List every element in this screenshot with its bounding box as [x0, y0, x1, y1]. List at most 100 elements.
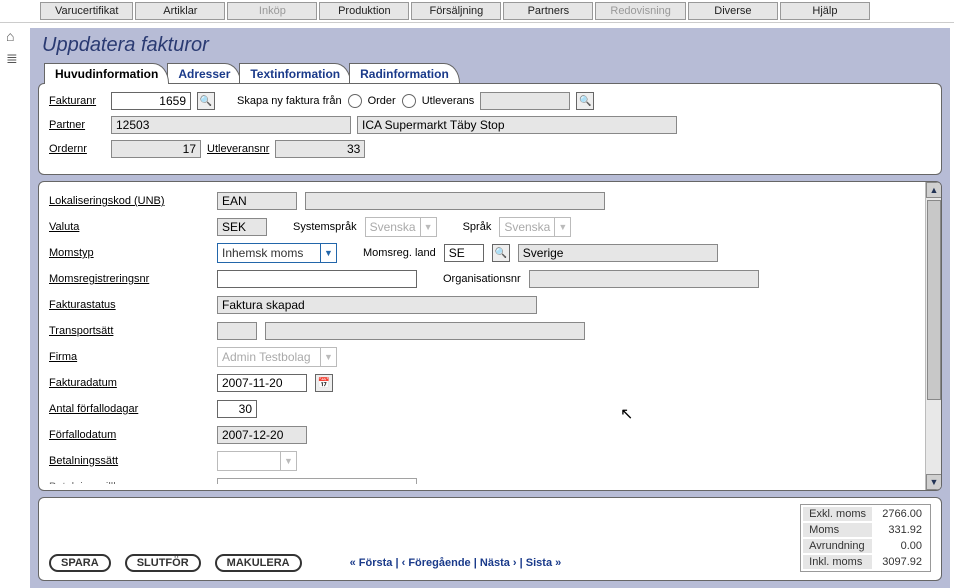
sprak-label: Språk	[463, 221, 492, 233]
utleverans-input[interactable]	[480, 92, 570, 110]
systemsprak-select: Svenska ▼	[365, 217, 437, 237]
valuta-label: Valuta	[49, 221, 209, 233]
firma-value: Admin Testbolag	[222, 350, 311, 364]
moms-label: Moms	[803, 523, 872, 537]
tab-huvudinformation[interactable]: Huvudinformation	[44, 63, 169, 84]
nav-last[interactable]: Sista »	[526, 557, 561, 569]
transport-label: Transportsätt	[49, 325, 209, 337]
fakturastatus-input	[217, 296, 537, 314]
firma-label: Firma	[49, 351, 209, 363]
finish-button[interactable]: SLUTFÖR	[125, 554, 201, 572]
exkl-label: Exkl. moms	[803, 507, 872, 521]
tab-radinformation[interactable]: Radinformation	[349, 63, 460, 84]
lokalisering-input[interactable]	[217, 192, 297, 210]
save-button[interactable]: SPARA	[49, 554, 111, 572]
scroll-down-icon[interactable]: ▼	[926, 474, 942, 490]
chevron-down-icon[interactable]: ▼	[320, 244, 336, 262]
partner-name-input	[357, 116, 677, 134]
forfallodatum-label: Förfallodatum	[49, 429, 209, 441]
fakturanr-input[interactable]	[111, 92, 191, 110]
systemsprak-value: Svenska	[370, 220, 416, 234]
betalningsvillkor-input[interactable]	[217, 478, 417, 484]
top-tab-produktion[interactable]: Produktion	[319, 2, 409, 20]
valuta-input[interactable]	[217, 218, 267, 236]
utleverans-label: Utleverans	[422, 95, 475, 107]
inkl-value: 3097.92	[874, 555, 928, 569]
avrund-label: Avrundning	[803, 539, 872, 553]
chevron-down-icon[interactable]: ▼	[280, 452, 296, 470]
ordernr-label: Ordernr	[49, 143, 105, 155]
partner-label: Partner	[49, 119, 105, 131]
momsreg-search-icon[interactable]: 🔍	[492, 244, 510, 262]
fakturanr-label: Fakturanr	[49, 95, 105, 107]
forfallodatum-input	[217, 426, 307, 444]
transport-code-input[interactable]	[217, 322, 257, 340]
momsreg-land-label: Momsreg. land	[363, 247, 436, 259]
momsregnr-input[interactable]	[217, 270, 417, 288]
radio-order[interactable]	[348, 94, 362, 108]
fakturanr-search-icon[interactable]: 🔍	[197, 92, 215, 110]
betalningssatt-select[interactable]: ▼	[217, 451, 297, 471]
utleverans-search-icon[interactable]: 🔍	[576, 92, 594, 110]
fakturastatus-label: Fakturastatus	[49, 299, 209, 311]
list-icon[interactable]: ≣	[6, 50, 18, 67]
systemsprak-label: Systemspråk	[293, 221, 357, 233]
avrund-value: 0.00	[874, 539, 928, 553]
betalningssatt-label: Betalningssätt	[49, 455, 209, 467]
forfallodagar-input[interactable]	[217, 400, 257, 418]
firma-select: Admin Testbolag ▼	[217, 347, 337, 367]
momsreg-land-input[interactable]	[444, 244, 484, 262]
utleveransnr-label: Utleveransnr	[207, 143, 269, 155]
chevron-down-icon: ▼	[420, 218, 436, 236]
sprak-select: Svenska ▼	[499, 217, 571, 237]
radio-utleverans[interactable]	[402, 94, 416, 108]
transport-name-input	[265, 322, 585, 340]
page-title: Uppdatera fakturor	[42, 34, 942, 57]
nav-first[interactable]: « Första	[350, 557, 393, 569]
order-label: Order	[368, 95, 396, 107]
nav-sep: |	[517, 557, 526, 569]
nav-prev[interactable]: ‹ Föregående	[402, 557, 471, 569]
orgnr-input[interactable]	[529, 270, 759, 288]
tab-textinformation[interactable]: Textinformation	[239, 63, 351, 84]
scrollbar[interactable]: ▲ ▼	[925, 182, 941, 490]
scroll-thumb[interactable]	[927, 200, 941, 400]
momsreg-land-name	[518, 244, 718, 262]
header-panel: Fakturanr 🔍 Skapa ny faktura från Order …	[38, 83, 942, 175]
scroll-up-icon[interactable]: ▲	[926, 182, 942, 198]
top-tab-inkop: Inköp	[227, 2, 317, 20]
top-tab-varucertifikat[interactable]: Varucertifikat	[40, 2, 133, 20]
top-tab-redovisning: Redovisning	[595, 2, 686, 20]
tab-adresser[interactable]: Adresser	[167, 63, 241, 84]
chevron-down-icon: ▼	[554, 218, 570, 236]
momstyp-label: Momstyp	[49, 247, 209, 259]
cancel-button[interactable]: MAKULERA	[215, 554, 302, 572]
form-scroll-area: Lokaliseringskod (UNB) Valuta Systemsprå…	[49, 188, 935, 484]
inkl-label: Inkl. moms	[803, 555, 872, 569]
lokalisering-label: Lokaliseringskod (UNB)	[49, 195, 209, 207]
calendar-icon[interactable]: 📅	[315, 374, 333, 392]
lokalisering-extra-input[interactable]	[305, 192, 605, 210]
utleveransnr-input	[275, 140, 365, 158]
ordernr-input	[111, 140, 201, 158]
fakturadatum-input[interactable]	[217, 374, 307, 392]
fakturadatum-label: Fakturadatum	[49, 377, 209, 389]
top-tab-diverse[interactable]: Diverse	[688, 2, 778, 20]
content-area: Uppdatera fakturor Huvudinformation Adre…	[30, 28, 950, 588]
top-tab-forsaljning[interactable]: Försäljning	[411, 2, 501, 20]
exkl-value: 2766.00	[874, 507, 928, 521]
orgnr-label: Organisationsnr	[443, 273, 521, 285]
momstyp-select[interactable]: Inhemsk moms ▼	[217, 243, 337, 263]
top-tab-hjalp[interactable]: Hjälp	[780, 2, 870, 20]
momstyp-value: Inhemsk moms	[222, 246, 303, 260]
momsregnr-label: Momsregistreringsnr	[49, 273, 209, 285]
nav-next[interactable]: Nästa ›	[480, 557, 517, 569]
form-panel: Lokaliseringskod (UNB) Valuta Systemsprå…	[38, 181, 942, 491]
footer-panel: SPARA SLUTFÖR MAKULERA « Första | ‹ Före…	[38, 497, 942, 581]
top-tab-artiklar[interactable]: Artiklar	[135, 2, 225, 20]
partner-code-input[interactable]	[111, 116, 351, 134]
sprak-value: Svenska	[504, 220, 550, 234]
home-icon[interactable]: ⌂	[6, 28, 18, 44]
chevron-down-icon: ▼	[320, 348, 336, 366]
top-tab-partners[interactable]: Partners	[503, 2, 593, 20]
